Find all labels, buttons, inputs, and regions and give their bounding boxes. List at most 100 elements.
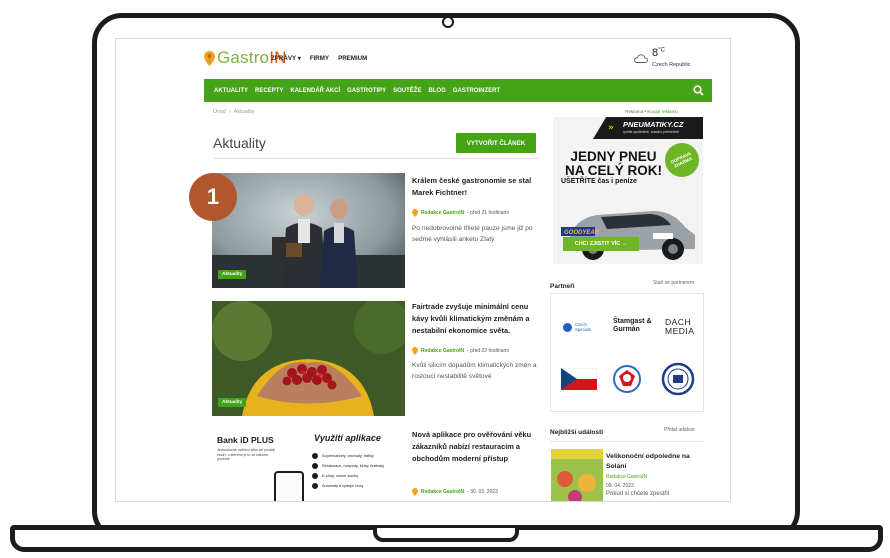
bank-ad-subtitle: Jednoduché ověření věku při prodeji zbož… [217,448,275,461]
article-2-author[interactable]: Redakce GastroIN [421,348,464,354]
top-nav-zpravy[interactable]: ZPRÁVY ▾ [271,55,301,62]
author-pin-icon [412,209,418,217]
nav-gastrotipy[interactable]: GASTROTIPY [347,88,386,94]
top-nav-premium[interactable]: PREMIUM [338,55,367,62]
author-pin-icon [412,488,418,496]
weather-temperature: 8°C [652,47,665,59]
promo-sub: UŠETŘÍTE čas i peníze [561,178,637,185]
bank-ad-item-text: Automaty a výdejní boxy [322,484,364,488]
easter-poster-image [551,449,603,501]
partner-cba-logo[interactable] [661,362,695,396]
event-date: 09. 04. 2023 [606,483,634,489]
partner-czech-specials[interactable]: Czech Specials [563,322,597,332]
breadcrumb-home[interactable]: Úvod [213,109,226,115]
article-2-meta: Redakce GastroIN - před 22 hodinami [412,347,509,355]
phone-icon [274,471,304,501]
promo-brand: PNEUMATIKY.CZ [623,120,684,129]
partners-title: Partneři [550,283,575,290]
article-1-image[interactable]: Aktuality [212,173,405,288]
weather-widget: 8°C Czech Republic [634,47,712,73]
cloud-icon [634,54,648,63]
laptop-notch [373,528,519,542]
events-divider [550,441,704,442]
article-1-title[interactable]: Králem české gastronomie se stal Marek F… [412,175,540,199]
site-header: GastroIN ZPRÁVY ▾ FIRMY PREMIUM 8°C Czec… [116,39,730,77]
bank-ad-item-text: Restaurace, hospody, kluby, festivaly [322,464,385,468]
bank-ad-item-text: E-shop, online služby [322,474,359,478]
event-title[interactable]: Velikonoční odpoledne na Solání [606,452,701,472]
nav-souteze[interactable]: SOUTĚŽE [393,88,421,94]
article-1-time: - před 21 hodinami [467,210,509,216]
search-icon[interactable] [693,85,704,96]
main-nav: AKTUALITY RECEPTY KALENDÁŘ AKCÍ GASTROTI… [204,79,712,102]
article-1-excerpt: Po nedobrovolné třileté pauze jsme již p… [412,225,533,243]
author-pin-icon [412,347,418,355]
nav-kalendar-akci[interactable]: KALENDÁŘ AKCÍ [290,88,340,94]
partner-dach-media[interactable]: DACH MEDIA [665,318,695,336]
article-3-time: - 30. 03. 2023 [467,489,498,495]
breadcrumb-current: Aktuality [233,109,255,115]
czech-specials-icon [563,322,572,332]
events-title: Nejbližší události [550,429,604,436]
bank-ad-title: Bank iD PLUS [217,435,274,445]
buy-ad-link[interactable]: Koupit reklamu [647,109,678,114]
pneumatiky-banner[interactable]: » PNEUMATIKY.CZ rychle spolehlivě, snadn… [553,117,703,264]
bank-ad-item: Supermarkety, obchody, trafiky [312,451,384,461]
bank-ad-item: Restaurace, hospody, kluby, festivaly [312,461,384,471]
article-2-excerpt: Kvůli silicím dopadům klimatických změn … [412,362,537,380]
page-title: Aktuality [213,135,266,151]
webcam-icon [442,16,454,28]
ad-label: Reklama [625,109,644,114]
article-2-image[interactable]: Aktuality [212,301,405,416]
become-partner-link[interactable]: Staň se partnerem [653,280,694,286]
event-excerpt: Pokud si chcete zpestřit [606,491,670,497]
weather-country: Czech Republic [652,62,691,68]
bullet-icon [312,473,318,479]
top-nav: ZPRÁVY ▾ FIRMY PREMIUM [271,55,367,62]
bank-ad-heading: Využití aplikace [314,433,381,443]
article-3-title[interactable]: Nová aplikace pro ověřování věku zákazní… [412,429,540,465]
article-3-image[interactable]: Bank iD PLUS Jednoduché ověření věku při… [212,421,405,501]
goodyear-logo: GOODYEAR [564,230,600,236]
pin-logo-icon [204,50,215,66]
event-author[interactable]: Redakce GastroIN [606,474,647,480]
car-icon: GOODYEAR [561,211,695,260]
nav-gastroinzert[interactable]: GASTROINZERT [453,88,500,94]
promo-cta-button[interactable]: CHCI ZJISTIT VÍC → [563,237,639,251]
ad-links: Reklama • Koupit reklamu [625,109,678,114]
nav-aktuality[interactable]: AKTUALITY [214,88,248,94]
article-3-author[interactable]: Redakce GastroIN [421,489,464,495]
breadcrumb-separator: › [228,109,231,115]
bank-ad-item-text: Supermarkety, obchody, trafiky [322,454,374,458]
event-image[interactable] [551,449,603,501]
nav-recepty[interactable]: RECEPTY [255,88,283,94]
article-2-title[interactable]: Fairtrade zvyšuje minimální cenu kávy kv… [412,301,540,337]
promo-headline: JEDNY PNEU NA CELÝ ROK! [565,149,662,178]
logo-text-gastro: Gastro [217,48,270,67]
title-divider [213,158,539,159]
article-1-tag[interactable]: Aktuality [218,270,247,279]
add-event-link[interactable]: Přidat událost [664,427,695,433]
article-1-author[interactable]: Redakce GastroIN [421,210,464,216]
step-badge: 1 [189,173,237,221]
partner-chef-logo[interactable] [611,364,643,394]
breadcrumb: Úvod › Aktuality [213,109,254,115]
bullet-icon [312,483,318,489]
bullet-icon [312,463,318,469]
partner-czech-specials-text: Czech Specials [575,322,591,332]
bank-ad-list: Supermarkety, obchody, trafiky Restaurac… [312,451,384,491]
browser-viewport: GastroIN ZPRÁVY ▾ FIRMY PREMIUM 8°C Czec… [115,38,731,502]
bank-ad-item: Automaty a výdejní boxy [312,481,384,491]
promo-brand-sub: rychle spolehlivě, snadno přehledně [623,130,679,134]
weather-temp-unit: °C [658,47,665,54]
partner-flag-logo[interactable] [561,368,597,390]
nav-blog[interactable]: BLOG [428,88,445,94]
article-2-time: - před 22 hodinami [467,348,509,354]
article-3-meta: Redakce GastroIN - 30. 03. 2023 [412,488,498,496]
create-article-button[interactable]: VYTVOŘIT ČLÁNEK [456,133,536,153]
chevrons-icon: » [608,123,614,133]
top-nav-firmy[interactable]: FIRMY [310,55,329,62]
article-2-tag[interactable]: Aktuality [218,398,247,407]
partner-stamgast[interactable]: Štamgast & Gurmán [613,318,653,334]
partners-grid: Czech Specials Štamgast & Gurmán DACH ME… [550,293,704,412]
